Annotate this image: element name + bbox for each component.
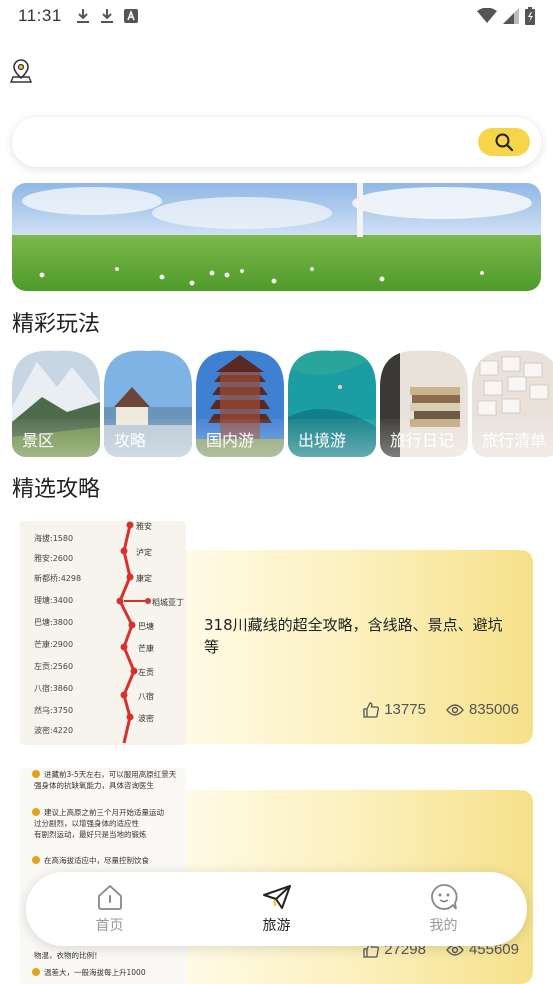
likes-stat[interactable]: 13775: [363, 701, 426, 718]
search-input[interactable]: [32, 117, 472, 167]
section-title-play: 精彩玩法: [12, 312, 101, 337]
svg-text:波密: 波密: [138, 713, 154, 723]
svg-text:然乌:3750: 然乌:3750: [34, 705, 73, 715]
category-label: 旅行清单: [472, 419, 553, 457]
category-label: 国内游: [196, 419, 284, 457]
svg-text:左贡: 左贡: [138, 667, 154, 677]
guide-stats: 13775 835006: [363, 701, 519, 718]
category-label: 景区: [12, 419, 100, 457]
keyboard-a-icon: [123, 9, 138, 23]
category-label: 出境游: [288, 419, 376, 457]
nav-mine[interactable]: 我的: [360, 872, 527, 946]
status-bar: 11:31: [0, 0, 553, 32]
views-count: 835006: [468, 701, 519, 718]
svg-text:芒康:2900: 芒康:2900: [34, 639, 73, 649]
download-icon: [76, 9, 89, 23]
route-map-image: 海拔:1580 雅安:2600 新都桥:4298 理塘:3400 巴塘:3800 芒康:…: [20, 521, 186, 745]
grassland-photo: [12, 183, 541, 291]
banner-image[interactable]: [12, 183, 541, 291]
svg-text:新都桥:4298: 新都桥:4298: [34, 573, 81, 583]
category-label: 旅行日记: [380, 419, 468, 457]
nav-label: 首页: [95, 918, 124, 934]
svg-text:进藏前3-5天左右，可以服用高原红景天: 进藏前3-5天左右，可以服用高原红景天: [44, 769, 177, 779]
category-scenic[interactable]: 景区: [12, 347, 100, 457]
svg-text:八宿:3860: 八宿:3860: [34, 683, 73, 693]
section-title-guides: 精选攻略: [12, 477, 101, 502]
svg-text:巴塘: 巴塘: [138, 621, 154, 631]
svg-text:芒康: 芒康: [138, 643, 154, 653]
category-guide[interactable]: 攻略: [104, 347, 192, 457]
svg-text:海拔:1580: 海拔:1580: [34, 533, 73, 543]
eye-icon: [446, 703, 464, 716]
paper-plane-icon: [262, 885, 291, 909]
search-icon: [495, 133, 514, 152]
nav-travel[interactable]: 旅游: [193, 872, 360, 946]
views-stat: 835006: [446, 701, 519, 718]
svg-text:泸定: 泸定: [136, 547, 152, 557]
svg-text:物温，衣物的比例！: 物温，衣物的比例！: [34, 950, 102, 960]
thumbs-up-icon: [363, 701, 380, 718]
svg-text:雅安:2600: 雅安:2600: [34, 553, 73, 563]
home-icon: [97, 885, 122, 910]
signal-icon: [503, 8, 519, 24]
svg-text:强身体的抗缺氧能力，具体咨询医生: 强身体的抗缺氧能力，具体咨询医生: [34, 780, 154, 790]
category-label: 攻略: [104, 419, 192, 457]
bottom-nav: 首页 旅游 我的: [26, 872, 527, 946]
nav-label: 旅游: [262, 918, 291, 934]
svg-text:左贡:2560: 左贡:2560: [34, 661, 73, 671]
guide-info: 318川藏线的超全攻略，含线路、景点、避坑等 13775 835006: [186, 550, 533, 744]
svg-text:过分剧烈，以增强身体的适应性: 过分剧烈，以增强身体的适应性: [34, 818, 139, 828]
svg-text:有剧烈运动，最好只是当地的锻炼: 有剧烈运动，最好只是当地的锻炼: [34, 829, 147, 839]
guide-title: 318川藏线的超全攻略，含线路、景点、避坑等: [204, 616, 503, 656]
category-list: 景区 攻略 国内游 出境游 旅行日记 旅行清单: [12, 347, 553, 457]
location-pin-icon[interactable]: [10, 58, 32, 84]
wifi-icon: [477, 8, 497, 23]
svg-text:康定: 康定: [136, 573, 152, 583]
svg-text:稻城亚丁: 稻城亚丁: [152, 597, 184, 607]
svg-text:八宿: 八宿: [138, 691, 154, 701]
search-bar: [12, 117, 541, 167]
svg-text:温差大，一般海拔每上升1000: 温差大，一般海拔每上升1000: [44, 967, 146, 977]
download-icon: [100, 9, 113, 23]
nav-home[interactable]: 首页: [26, 872, 193, 946]
category-diary[interactable]: 旅行日记: [380, 347, 468, 457]
battery-icon: [525, 7, 535, 25]
svg-text:建议上高原之前三个月开始适量运动: 建议上高原之前三个月开始适量运动: [44, 807, 164, 817]
search-button[interactable]: [478, 128, 530, 156]
smiley-icon: [430, 884, 458, 910]
status-time: 11:31: [18, 6, 62, 25]
nav-label: 我的: [429, 918, 458, 934]
svg-text:理塘:3400: 理塘:3400: [34, 595, 73, 605]
guide-card[interactable]: 海拔:1580 雅安:2600 新都桥:4298 理塘:3400 巴塘:3800 芒康:…: [20, 521, 533, 745]
svg-text:在高海拔适应中，尽量控制饮食: 在高海拔适应中，尽量控制饮食: [44, 855, 149, 865]
svg-text:雅安: 雅安: [136, 521, 152, 531]
svg-text:波密:4220: 波密:4220: [34, 725, 73, 735]
category-overseas[interactable]: 出境游: [288, 347, 376, 457]
category-checklist[interactable]: 旅行清单: [472, 347, 553, 457]
svg-text:巴塘:3800: 巴塘:3800: [34, 617, 73, 627]
likes-count: 13775: [384, 701, 426, 718]
category-domestic[interactable]: 国内游: [196, 347, 284, 457]
